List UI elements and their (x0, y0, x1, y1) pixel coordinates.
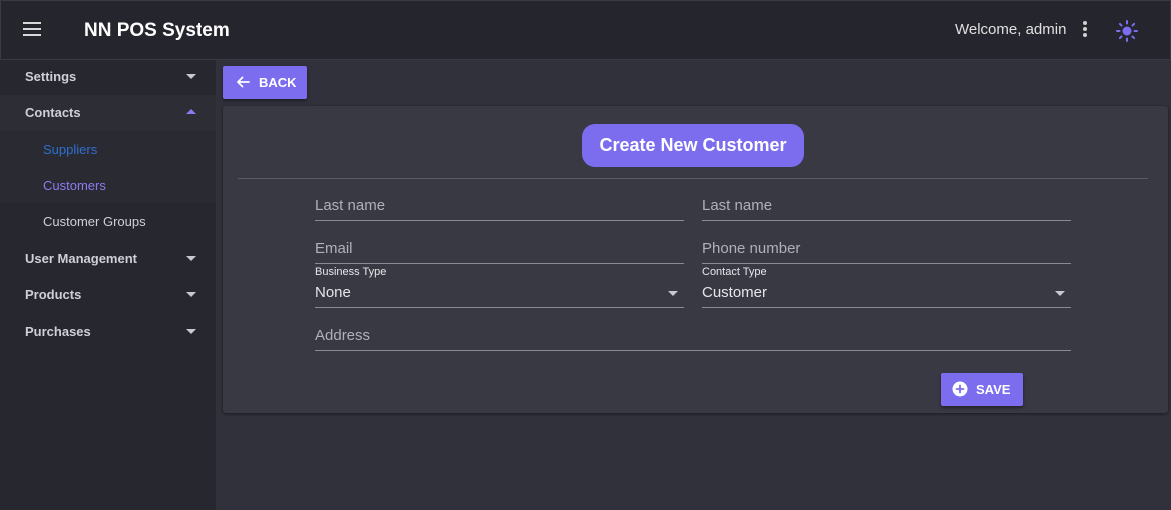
welcome-text: Welcome, admin (955, 21, 1067, 38)
sidebar-item-label: Customer Groups (43, 214, 146, 229)
sidebar-item-contacts[interactable]: Contacts (0, 95, 216, 131)
top-app-bar: NN POS System Welcome, admin (0, 0, 1171, 60)
save-button-label: SAVE (976, 382, 1011, 397)
sidebar-item-products[interactable]: Products (0, 277, 216, 313)
hamburger-menu-icon[interactable] (23, 22, 43, 40)
last-name-input[interactable] (702, 197, 1071, 214)
back-button-label: BACK (259, 75, 297, 90)
sidebar-item-user-management[interactable]: User Management (0, 241, 216, 277)
sidebar-item-label: Customers (43, 178, 106, 193)
last-name-field (702, 178, 1071, 221)
business-type-select[interactable]: Business Type None (315, 266, 684, 308)
sidebar-item-label: User Management (25, 251, 137, 266)
sidebar-item-suppliers[interactable]: Suppliers (0, 131, 216, 167)
chevron-down-icon (186, 292, 196, 297)
chevron-down-icon (186, 74, 196, 79)
chevron-down-icon (668, 291, 678, 296)
phone-input[interactable] (702, 240, 1071, 257)
sidebar-item-customers[interactable]: Customers (0, 167, 216, 203)
more-vert-icon[interactable] (1079, 21, 1091, 41)
app-title: NN POS System (84, 20, 230, 41)
contact-type-value: Customer (702, 284, 768, 301)
sidebar-item-settings[interactable]: Settings (0, 59, 216, 95)
sidebar-item-label: Products (25, 287, 82, 302)
phone-field (702, 221, 1071, 264)
chevron-down-icon (186, 329, 196, 334)
business-type-value: None (315, 284, 351, 301)
business-type-label: Business Type (315, 266, 387, 278)
contact-type-select[interactable]: Contact Type Customer (702, 266, 1071, 308)
form-heading: Create New Customer (582, 124, 804, 167)
sidebar-item-label: Settings (25, 69, 77, 84)
email-input[interactable] (315, 240, 684, 257)
first-name-input[interactable] (315, 197, 684, 214)
address-field (315, 308, 1071, 351)
contact-type-label: Contact Type (702, 266, 767, 278)
save-button[interactable]: SAVE (941, 373, 1023, 406)
first-name-field (315, 178, 684, 221)
sidebar-item-purchases[interactable]: Purchases (0, 314, 216, 350)
chevron-down-icon (186, 256, 196, 261)
address-input[interactable] (315, 327, 1071, 344)
plus-circle-icon (952, 381, 968, 397)
arrow-left-icon (237, 76, 250, 88)
sidebar-item-label: Suppliers (43, 142, 98, 157)
sidebar-item-label: Contacts (25, 105, 81, 120)
chevron-down-icon (1055, 291, 1065, 296)
back-button[interactable]: BACK (223, 66, 307, 99)
sun-icon[interactable] (1115, 19, 1139, 43)
sidebar-item-label: Purchases (25, 324, 91, 339)
sidebar-item-customer-groups[interactable]: Customer Groups (0, 203, 216, 239)
chevron-up-icon (186, 109, 196, 114)
email-field (315, 221, 684, 264)
